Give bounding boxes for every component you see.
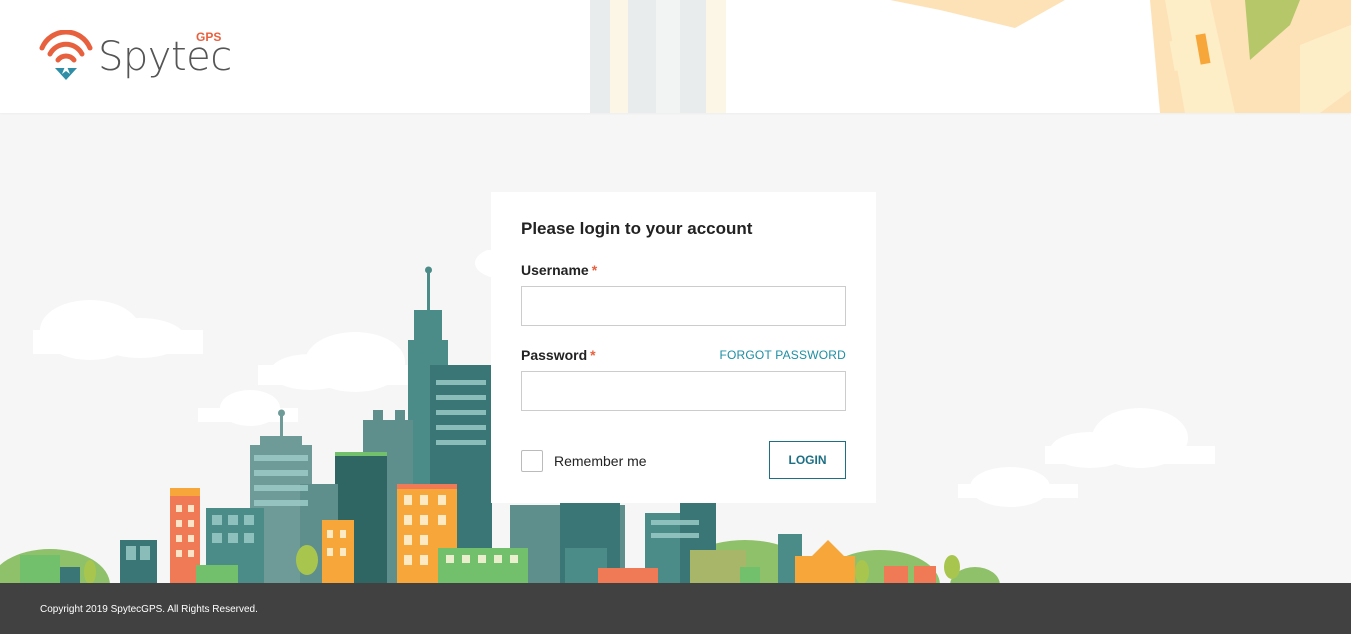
password-label-text: Password [521, 347, 588, 363]
forgot-password-link[interactable]: FORGOT PASSWORD [719, 348, 846, 362]
username-label: Username * [521, 262, 597, 278]
username-input[interactable] [521, 286, 846, 326]
login-button[interactable]: LOGIN [769, 441, 846, 479]
copyright-text: Copyright 2019 SpytecGPS. All Rights Res… [40, 604, 258, 615]
required-marker: * [591, 262, 598, 278]
remember-me-checkbox[interactable] [521, 450, 543, 472]
login-card: Please login to your account Username * P… [491, 192, 876, 503]
signal-pin-icon [39, 30, 93, 80]
required-marker: * [590, 347, 596, 363]
spytec-logo[interactable]: Spytec GPS [38, 28, 238, 88]
username-label-text: Username [521, 262, 589, 278]
logo-gps-suffix: GPS [196, 30, 222, 44]
password-label: Password * [521, 347, 596, 363]
remember-me-label[interactable]: Remember me [554, 453, 647, 469]
login-title: Please login to your account [521, 219, 753, 238]
remember-me-row[interactable]: Remember me [521, 450, 647, 472]
password-input[interactable] [521, 371, 846, 411]
footer: Copyright 2019 SpytecGPS. All Rights Res… [0, 583, 1351, 634]
header: Spytec GPS [0, 0, 1351, 113]
